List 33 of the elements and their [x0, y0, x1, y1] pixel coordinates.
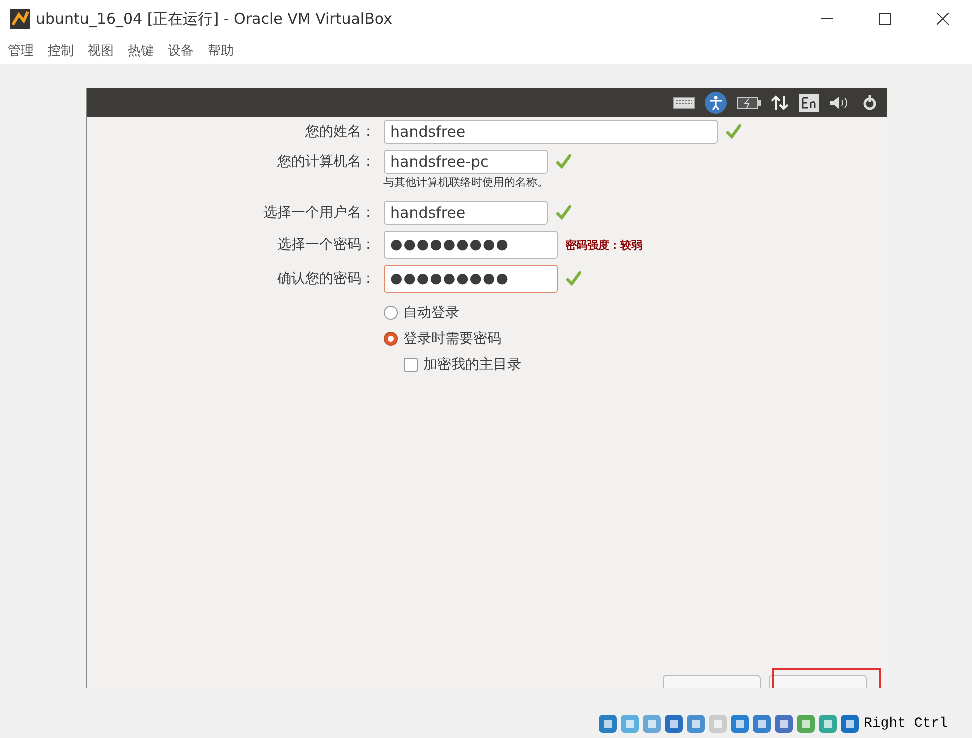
- minimize-icon: [821, 18, 833, 20]
- menu-item[interactable]: 控制: [44, 40, 78, 62]
- password-field[interactable]: ●●●●●●●●●: [384, 265, 558, 293]
- app-logo-icon: [10, 9, 30, 29]
- continue-button[interactable]: [768, 675, 866, 688]
- close-icon: [937, 13, 949, 25]
- battery-icon[interactable]: [736, 96, 760, 108]
- password-strength-text: 密码强度：较弱: [566, 238, 642, 252]
- field-label: 您的计算机名：: [278, 153, 376, 171]
- menu-item[interactable]: 设备: [164, 40, 198, 62]
- menu-item[interactable]: 热键: [124, 40, 158, 62]
- checkbox-option[interactable]: 加密我的主目录: [384, 356, 886, 374]
- radio-option[interactable]: 自动登录: [384, 304, 886, 322]
- input-field[interactable]: handsfree: [384, 120, 718, 144]
- menu-item[interactable]: 管理: [4, 40, 38, 62]
- input-field[interactable]: handsfree: [384, 201, 548, 225]
- menu-item[interactable]: 视图: [84, 40, 118, 62]
- window-title: ubuntu_16_04 [正在运行] - Oracle VM VirtualBox: [36, 10, 394, 28]
- maximize-icon: [879, 13, 891, 25]
- field-label: 选择一个密码：: [278, 236, 376, 254]
- input-field[interactable]: handsfree-pc: [384, 150, 548, 174]
- host-key-text: Right Ctrl: [864, 716, 948, 732]
- field-label: 选择一个用户名：: [264, 204, 376, 222]
- field-label: 您的姓名：: [306, 123, 376, 141]
- radio-option[interactable]: 登录时需要密码: [384, 330, 886, 348]
- password-field[interactable]: ●●●●●●●●●: [384, 231, 558, 259]
- volume-icon[interactable]: [828, 96, 850, 110]
- keyboard-icon[interactable]: [672, 96, 694, 108]
- accessibility-icon[interactable]: [704, 92, 726, 114]
- language-icon[interactable]: [798, 94, 818, 112]
- menu-item[interactable]: 帮助: [204, 40, 238, 62]
- field-label: 确认您的密码：: [278, 270, 376, 288]
- hint-text: 与其他计算机联络时使用的名称。: [384, 175, 550, 190]
